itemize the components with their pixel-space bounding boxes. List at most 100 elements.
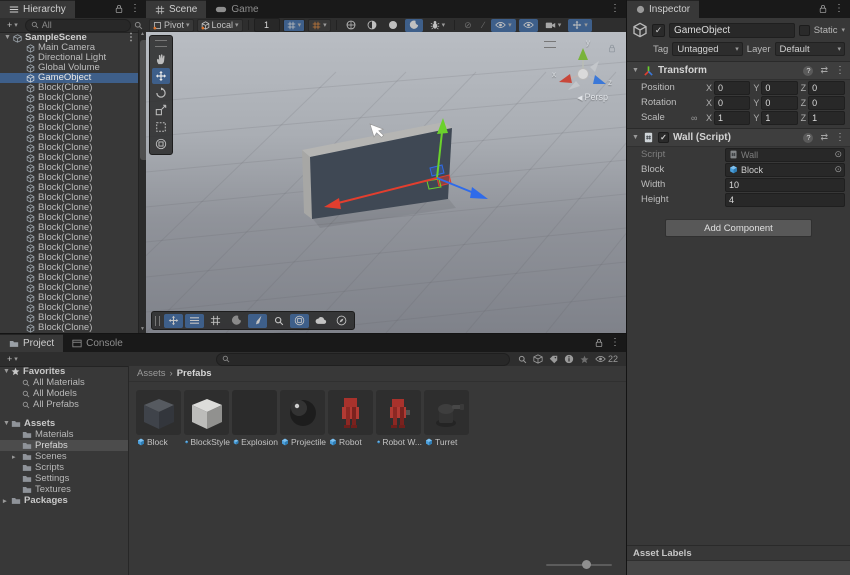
scale-tool-button[interactable] (152, 102, 170, 118)
asset-labels-header[interactable]: Asset Labels (627, 545, 850, 561)
folder-textures[interactable]: Textures (0, 484, 128, 495)
search-by-type-icon[interactable] (134, 21, 143, 30)
scene-visibility-button[interactable]: ▾ (491, 19, 516, 32)
favorites-all-materials[interactable]: All Materials (0, 377, 128, 388)
rotate-tool-button[interactable] (152, 85, 170, 101)
project-menu-icon[interactable]: ⋮ (610, 338, 620, 348)
favorites-section[interactable]: ▼ Favorites (0, 366, 128, 377)
tab-project[interactable]: Project (0, 334, 63, 352)
scale-z-field[interactable]: 1 (808, 111, 845, 125)
move-tool-button[interactable] (152, 68, 170, 84)
component-menu-icon[interactable]: ⋮ (835, 66, 845, 76)
overlay-grip[interactable] (155, 40, 167, 47)
height-field[interactable]: 4 (725, 193, 845, 207)
presets-icon[interactable]: ⇄ (820, 132, 828, 143)
rect-tool-button[interactable] (152, 119, 170, 135)
asset-turret[interactable]: Turret (424, 390, 470, 447)
navigation-overlay-button[interactable] (332, 314, 351, 328)
hierarchy-menu-icon[interactable]: ⋮ (130, 4, 140, 14)
package-filter-icon[interactable] (533, 354, 543, 364)
folder-scripts[interactable]: Scripts (0, 462, 128, 473)
hierarchy-scrollbar[interactable]: ▲ ▼ (138, 30, 146, 333)
assets-root-folder[interactable]: ▼ Assets (0, 418, 128, 429)
asset-block[interactable]: Block (136, 390, 182, 447)
help-icon[interactable]: ? (803, 133, 813, 143)
scale-y-field[interactable]: 1 (761, 111, 797, 125)
gizmo-grip[interactable] (544, 41, 556, 48)
tab-scene[interactable]: Scene (146, 0, 206, 18)
project-create-button[interactable]: +▾ (3, 353, 22, 366)
increment-snap-button[interactable]: ▾ (308, 19, 331, 32)
constrain-proportions-icon[interactable]: ∞ (691, 113, 703, 123)
tab-console[interactable]: Console (63, 334, 132, 352)
add-component-button[interactable]: Add Component (665, 219, 812, 237)
scene-menu-icon[interactable]: ⋮ (610, 4, 620, 14)
transform-component-header[interactable]: ▼ Transform ? ⇄ ⋮ (627, 61, 850, 80)
packages-root[interactable]: ▸ Packages (0, 495, 128, 506)
foldout-icon[interactable]: ▼ (3, 420, 10, 427)
wall-script-component-header[interactable]: ▼ ✓ Wall (Script) ? ⇄ ⋮ (627, 128, 850, 147)
hierarchy-search-input[interactable]: All (25, 19, 131, 32)
scroll-down-icon[interactable]: ▼ (139, 326, 146, 332)
object-name-field[interactable]: GameObject (669, 23, 795, 38)
grid-snapping-button[interactable]: ▾ (283, 19, 306, 32)
debug-options-button[interactable]: ▾ (426, 19, 450, 32)
foldout-icon[interactable]: ▼ (3, 368, 10, 375)
scene-picking-button[interactable] (519, 19, 538, 32)
search-save-icon[interactable] (518, 355, 527, 364)
foldout-icon[interactable]: ▼ (632, 134, 639, 141)
scale-x-field[interactable]: 1 (714, 111, 750, 125)
info-icon[interactable] (564, 354, 574, 364)
foldout-icon[interactable]: ▸ (3, 497, 7, 505)
gameobject-cube-icon[interactable] (632, 22, 648, 38)
inspector-menu-icon[interactable]: ⋮ (834, 4, 844, 14)
gizmo-lock-icon[interactable] (608, 44, 616, 53)
view-tool-button[interactable] (152, 51, 170, 67)
lock-icon[interactable] (115, 4, 123, 14)
project-search-input[interactable] (216, 353, 510, 366)
static-checkbox[interactable] (799, 25, 810, 36)
tab-game[interactable]: Game (206, 0, 267, 18)
lighting-toggle-button[interactable] (363, 19, 381, 32)
label-filter-icon[interactable] (549, 355, 558, 364)
move-overlay-button[interactable] (164, 314, 183, 328)
script-object-field[interactable]: Wall ⊙ (725, 148, 845, 162)
favorites-filter-icon[interactable] (580, 355, 589, 364)
asset-projectile[interactable]: Projectile (280, 390, 326, 447)
breadcrumb-root[interactable]: Assets (137, 368, 166, 379)
thumbnail-size-slider[interactable] (546, 560, 612, 570)
projection-mode-button[interactable]: ◀Persp (577, 92, 608, 102)
position-y-field[interactable]: 0 (761, 81, 797, 95)
layer-dropdown[interactable]: Default▾ (775, 42, 845, 56)
isolation-button[interactable]: ∕ (479, 19, 489, 32)
cloud-overlay-button[interactable] (311, 314, 330, 328)
object-picker-icon[interactable]: ⊙ (834, 164, 842, 175)
favorites-all-prefabs[interactable]: All Prefabs (0, 399, 128, 410)
lock-icon[interactable] (595, 338, 603, 348)
rotation-mode-button[interactable]: Local▾ (197, 19, 243, 32)
gizmos-button[interactable]: ▾ (568, 19, 592, 32)
tools-settings-overlay-button[interactable] (185, 314, 204, 328)
width-field[interactable]: 10 (725, 178, 845, 192)
effects-toggle-button[interactable] (405, 19, 423, 32)
rotation-x-field[interactable]: 0 (714, 96, 750, 110)
rotation-z-field[interactable]: 0 (808, 96, 845, 110)
breadcrumb-current[interactable]: Prefabs (177, 368, 212, 379)
object-picker-icon[interactable]: ⊙ (834, 149, 842, 160)
pivot-mode-button[interactable]: Pivot▾ (149, 19, 194, 32)
audio-toggle-button[interactable] (384, 19, 402, 32)
grid-size-field[interactable]: 1 (254, 18, 280, 32)
asset-robot-w[interactable]: Robot W... (376, 390, 422, 447)
grid-overlay-button[interactable] (206, 314, 225, 328)
tab-inspector[interactable]: Inspector (627, 0, 699, 18)
component-enabled-checkbox[interactable]: ✓ (658, 132, 669, 143)
overlay-toolbar-grip[interactable] (155, 316, 160, 326)
block-object-field[interactable]: Block ⊙ (725, 163, 845, 177)
camera-settings-button[interactable]: ▾ (541, 19, 566, 32)
transform-tool-button[interactable] (152, 136, 170, 152)
brush-overlay-button[interactable] (248, 314, 267, 328)
slider-knob[interactable] (582, 560, 591, 569)
view-options-overlay-button[interactable] (227, 314, 246, 328)
position-x-field[interactable]: 0 (714, 81, 750, 95)
asset-robot[interactable]: Robot (328, 390, 374, 447)
